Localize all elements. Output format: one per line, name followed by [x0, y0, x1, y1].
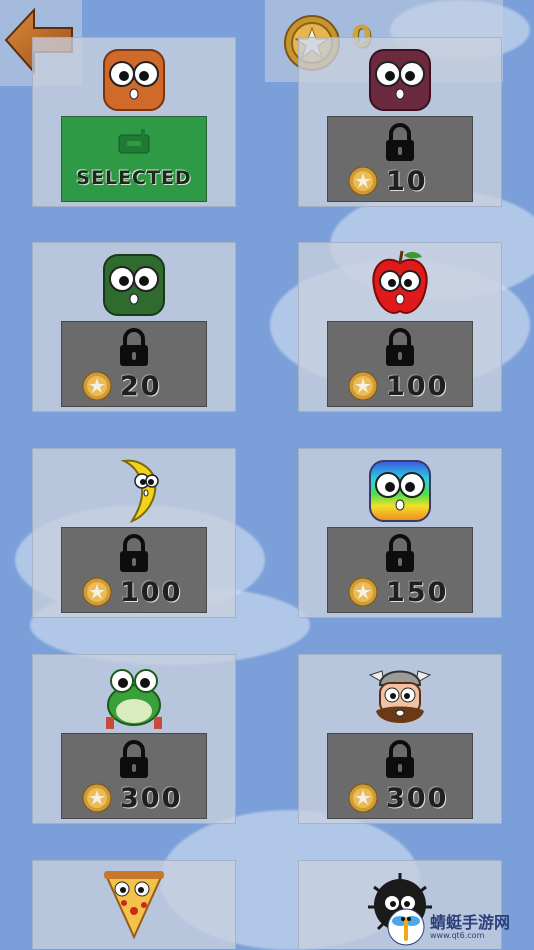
lock-icon [386, 740, 414, 778]
selected-panel: SELECTED [61, 116, 207, 202]
skin-card-frog[interactable]: 300 [32, 654, 236, 824]
price-value: 100 [120, 576, 183, 608]
price: 100 [348, 370, 448, 402]
skin-card-viking[interactable]: 300 [298, 654, 502, 824]
apple-icon [372, 250, 428, 314]
price: 300 [348, 782, 448, 814]
coin-icon [82, 371, 112, 401]
locked-panel: 100 [61, 527, 207, 613]
coin-icon [348, 166, 378, 196]
skin-card-green-monster[interactable]: 20 [32, 242, 236, 412]
locked-panel: 100 [327, 321, 473, 407]
locked-panel: 300 [327, 733, 473, 819]
locked-panel: 300 [61, 733, 207, 819]
dragonfly-logo-icon [387, 908, 425, 946]
purple-monster-icon [369, 49, 431, 111]
coin-icon [82, 783, 112, 813]
lock-icon [120, 740, 148, 778]
lock-icon [120, 534, 148, 572]
watermark-text: 蜻蜓手游网 [430, 912, 511, 932]
price-value: 300 [386, 782, 449, 814]
skin-card-apple[interactable]: 100 [298, 242, 502, 412]
selected-icon [118, 129, 150, 154]
coin-icon [348, 371, 378, 401]
price-value: 20 [120, 370, 162, 402]
price: 10 [348, 165, 428, 197]
price-value: 150 [386, 576, 449, 608]
frog-icon [106, 669, 162, 729]
price: 100 [82, 576, 182, 608]
rainbow-monster-icon [369, 460, 431, 522]
viking-icon [368, 670, 432, 723]
coin-icon [348, 577, 378, 607]
price-value: 100 [386, 370, 449, 402]
lock-icon [120, 328, 148, 366]
banana-icon [120, 459, 159, 523]
coin-icon [348, 783, 378, 813]
price-value: 10 [386, 165, 428, 197]
price: 300 [82, 782, 182, 814]
lock-icon [386, 534, 414, 572]
watermark: 蜻蜓手游网 www.qt6.com [386, 905, 534, 949]
locked-panel: 10 [327, 116, 473, 202]
price-value: 300 [120, 782, 183, 814]
price: 20 [82, 370, 162, 402]
skin-card-purple-monster[interactable]: 10 [298, 37, 502, 207]
locked-panel: 20 [61, 321, 207, 407]
skin-card-banana[interactable]: 100 [32, 448, 236, 618]
lock-icon [386, 123, 414, 161]
selected-label: SELECTED [76, 167, 192, 189]
lock-icon [386, 328, 414, 366]
price: 150 [348, 576, 448, 608]
skin-card-orange-monster[interactable]: SELECTED [32, 37, 236, 207]
watermark-url: www.qt6.com [430, 930, 485, 940]
green-monster-icon [103, 254, 165, 316]
coin-icon [82, 577, 112, 607]
orange-monster-icon [103, 49, 165, 111]
pizza-icon [104, 871, 164, 939]
locked-panel: 150 [327, 527, 473, 613]
skin-card-rainbow-monster[interactable]: 150 [298, 448, 502, 618]
skin-card-pizza[interactable] [32, 860, 236, 949]
